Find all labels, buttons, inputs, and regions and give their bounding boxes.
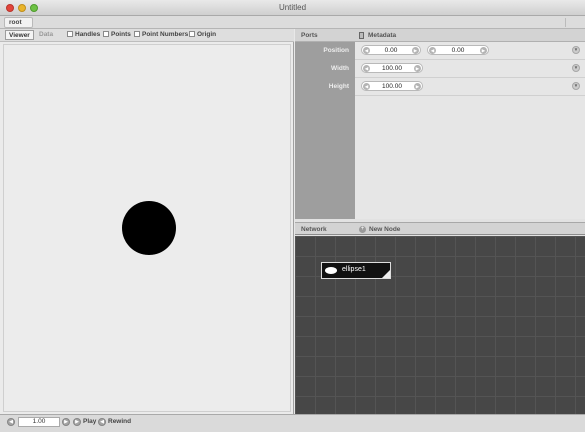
height-field[interactable]: ◀ 100.00 ▶: [361, 81, 423, 91]
port-label: Position: [323, 47, 349, 54]
title-bar: Untitled: [0, 0, 585, 16]
path-bar: root: [0, 16, 585, 29]
points-checkbox[interactable]: Points: [103, 31, 131, 38]
play-button[interactable]: Play: [83, 418, 96, 425]
checkbox-box[interactable]: [134, 31, 140, 37]
ports-header: Ports Metadata: [295, 29, 585, 42]
port-row-position: Position ◀ 0.00 ▶ ◀ 0.00 ▶ ▼: [295, 42, 585, 60]
ports-title: Ports: [301, 32, 318, 39]
point-numbers-checkbox[interactable]: Point Numbers: [134, 31, 188, 38]
tab-viewer[interactable]: Viewer: [5, 30, 34, 40]
width-field[interactable]: ◀ 100.00 ▶: [361, 63, 423, 73]
checkbox-label: Point Numbers: [142, 31, 189, 38]
port-menu-icon[interactable]: ▼: [572, 64, 580, 72]
viewer-pane: Viewer Data Handles Points Point Numbers…: [0, 29, 294, 414]
ports-panel: Position ◀ 0.00 ▶ ◀ 0.00 ▶ ▼ Width ◀ 100…: [295, 42, 585, 219]
increment-icon[interactable]: ▶: [414, 83, 421, 90]
rewind-icon[interactable]: ◀: [98, 418, 106, 426]
network-title: Network: [301, 226, 327, 233]
port-label: Height: [328, 83, 349, 90]
checkbox-box[interactable]: [67, 31, 73, 37]
viewer-toolbar: Viewer Data Handles Points Point Numbers…: [0, 29, 294, 42]
frame-field[interactable]: 1.00: [18, 417, 60, 427]
breadcrumb-root[interactable]: root: [4, 17, 33, 28]
playback-bar: ◀ 1.00 ▶ ▶ Play ◀ Rewind: [0, 414, 585, 432]
window-title: Untitled: [278, 3, 307, 12]
handles-checkbox[interactable]: Handles: [67, 31, 100, 38]
node-label: ellipse1: [342, 266, 366, 273]
field-value[interactable]: 100.00: [362, 65, 422, 72]
new-node-button[interactable]: New Node: [369, 226, 400, 233]
ellipse-shape[interactable]: [122, 201, 176, 255]
checkbox-label: Handles: [75, 31, 101, 38]
port-row-width: Width ◀ 100.00 ▶ ▼: [295, 60, 585, 78]
rewind-button[interactable]: Rewind: [108, 418, 131, 425]
increment-icon[interactable]: ▶: [480, 47, 487, 54]
increment-icon[interactable]: ▶: [414, 65, 421, 72]
checkbox-box[interactable]: [189, 31, 195, 37]
field-value[interactable]: 0.00: [428, 47, 488, 54]
play-icon[interactable]: ▶: [73, 418, 81, 426]
metadata-icon[interactable]: [359, 32, 364, 39]
port-menu-icon[interactable]: ▼: [572, 46, 580, 54]
plus-icon[interactable]: +: [359, 226, 366, 233]
path-bar-end: [565, 18, 579, 27]
network-node-ellipse1[interactable]: ellipse1: [321, 262, 391, 279]
node-render-flag-icon[interactable]: [382, 270, 390, 278]
checkbox-label: Origin: [197, 31, 217, 38]
checkbox-label: Points: [111, 31, 131, 38]
field-value[interactable]: 100.00: [362, 83, 422, 90]
tab-data[interactable]: Data: [36, 30, 56, 40]
position-y-field[interactable]: ◀ 0.00 ▶: [427, 45, 489, 55]
network-canvas[interactable]: ellipse1: [295, 236, 585, 414]
port-menu-icon[interactable]: ▼: [572, 82, 580, 90]
frame-decrement-icon[interactable]: ◀: [7, 418, 15, 426]
port-row-height: Height ◀ 100.00 ▶ ▼: [295, 78, 585, 96]
checkbox-box[interactable]: [103, 31, 109, 37]
network-header: Network + New Node: [295, 222, 585, 235]
port-label: Width: [331, 65, 349, 72]
origin-checkbox[interactable]: Origin: [189, 31, 216, 38]
increment-icon[interactable]: ▶: [412, 47, 419, 54]
metadata-button[interactable]: Metadata: [368, 32, 396, 39]
position-x-field[interactable]: ◀ 0.00 ▶: [361, 45, 421, 55]
frame-increment-icon[interactable]: ▶: [62, 418, 70, 426]
right-panel: Ports Metadata Position ◀ 0.00 ▶ ◀ 0.00 …: [295, 29, 585, 414]
viewer-canvas[interactable]: [3, 44, 291, 412]
ellipse-node-icon: [325, 267, 337, 274]
